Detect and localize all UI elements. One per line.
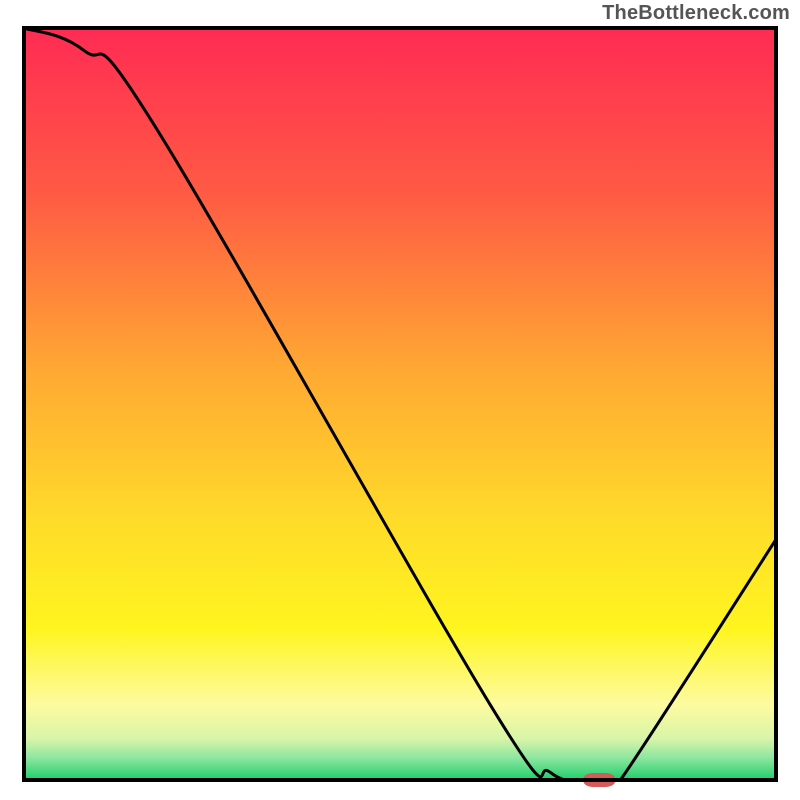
watermark-text: TheBottleneck.com: [602, 2, 790, 25]
chart-container: TheBottleneck.com: [0, 0, 800, 800]
bottleneck-chart: [0, 0, 800, 800]
plot-background: [24, 28, 776, 780]
